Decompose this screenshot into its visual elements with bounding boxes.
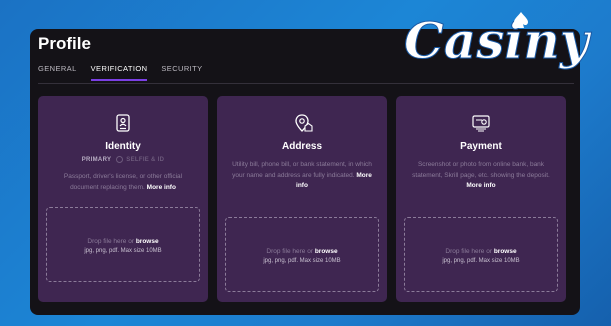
tab-verification[interactable]: VERIFICATION [90,64,148,81]
location-pin-icon [295,114,313,132]
casiny-logo: Casiny [404,11,593,71]
payment-more-info-link[interactable]: More info [466,182,495,189]
payment-dropzone[interactable]: Drop file here or browse jpg, png, pdf. … [404,217,558,292]
drop-text: Drop file here or [87,238,135,245]
payment-description: Screenshot or photo from online bank, ba… [408,160,554,192]
identity-description: Passport, driver's license, or other off… [50,172,196,193]
browse-link[interactable]: browse [494,248,517,255]
selfie-id-option[interactable]: SELFIE & ID [116,156,164,163]
identity-more-info-link[interactable]: More info [147,184,176,191]
identity-options: PRIMARY SELFIE & ID [38,156,208,163]
tab-security[interactable]: SECURITY [161,64,202,81]
selfie-id-label: SELFIE & ID [126,156,165,163]
payment-card: Payment Screenshot or photo from online … [396,96,566,302]
browse-link[interactable]: browse [136,238,159,245]
payment-receipt-icon [472,115,490,132]
address-desc-text: Utility bill, phone bill, or bank statem… [232,161,372,179]
file-formats: jpg, png, pdf. Max size 10MB [263,258,341,264]
identity-card: Identity PRIMARY SELFIE & ID Passport, d… [38,96,208,302]
address-dropzone[interactable]: Drop file here or browse jpg, png, pdf. … [225,217,379,292]
profile-tabs: GENERAL VERIFICATION SECURITY [38,64,217,81]
address-description: Utility bill, phone bill, or bank statem… [229,160,375,192]
payment-desc-text: Screenshot or photo from online bank, ba… [412,161,550,179]
promo-frame: Profile GENERAL VERIFICATION SECURITY Id… [0,0,611,326]
browse-link[interactable]: browse [315,248,338,255]
file-formats: jpg, png, pdf. Max size 10MB [442,258,520,264]
payment-title: Payment [460,141,502,152]
file-formats: jpg, png, pdf. Max size 10MB [84,248,162,254]
primary-option[interactable]: PRIMARY [82,157,112,163]
identity-title: Identity [105,141,141,152]
radio-icon [116,156,124,163]
identity-dropzone[interactable]: Drop file here or browse jpg, png, pdf. … [46,207,200,282]
drop-text: Drop file here or [266,248,314,255]
page-title: Profile [38,34,91,53]
tabs-divider [38,83,574,84]
drop-text: Drop file here or [445,248,493,255]
tab-general[interactable]: GENERAL [38,64,77,81]
address-title: Address [281,141,322,152]
logo-text: Casiny [404,11,592,70]
id-card-icon [116,114,130,132]
address-card: Address Utility bill, phone bill, or ban… [217,96,387,302]
